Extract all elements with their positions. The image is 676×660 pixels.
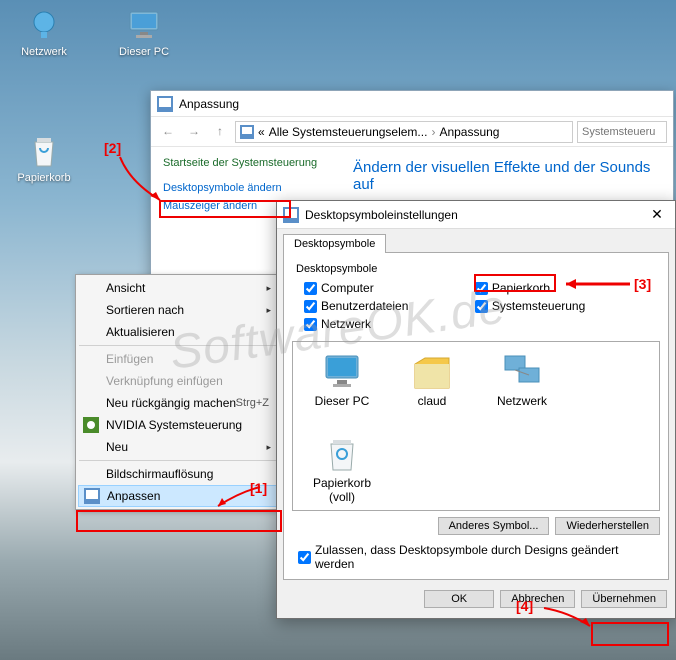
menu-new[interactable]: Neu▸ — [78, 436, 277, 458]
desktop-icon-label: Dieser PC — [108, 46, 180, 58]
icon-cell-user[interactable]: claud — [389, 348, 475, 426]
chevron-right-icon: ▸ — [266, 283, 271, 294]
chevron-right-icon: › — [431, 125, 435, 139]
checkbox-allow-themes[interactable]: Zulassen, dass Desktopsymbole durch Desi… — [292, 535, 660, 571]
nav-up-button[interactable]: ↑ — [209, 121, 231, 143]
menu-undo-new[interactable]: Neu rückgängig machenStrg+Z — [78, 392, 277, 414]
button-ok[interactable]: OK — [424, 590, 494, 608]
arrow-icon — [210, 482, 270, 512]
monitor-icon — [125, 6, 163, 44]
recycle-icon — [25, 132, 63, 170]
controlpanel-home-link[interactable]: Startseite der Systemsteuerung — [163, 157, 341, 169]
checkbox-network[interactable]: Netzwerk — [304, 315, 475, 333]
breadcrumb-item[interactable]: Anpassung — [439, 125, 499, 139]
menu-sortby[interactable]: Sortieren nach▸ — [78, 299, 277, 321]
icon-preview-list[interactable]: Dieser PC claud Netzwerk Papierkorb (vol… — [292, 341, 660, 511]
network-icon — [25, 6, 63, 44]
menu-paste-shortcut: Verknüpfung einfügen — [78, 370, 277, 392]
callout-box-4 — [591, 622, 669, 646]
nav-fwd-button[interactable]: → — [183, 121, 205, 143]
callout-box-1 — [76, 510, 282, 532]
dialog-desktop-icon-settings: Desktopsymboleinstellungen ✕ Desktopsymb… — [276, 200, 676, 619]
dialog-title: Desktopsymboleinstellungen — [305, 208, 458, 222]
search-input[interactable] — [577, 121, 667, 143]
close-button[interactable]: ✕ — [645, 206, 669, 223]
address-bar[interactable]: « Alle Systemsteuerungselem... › Anpassu… — [235, 121, 573, 143]
link-change-desktop-icons[interactable]: Desktopsymbole ändern — [163, 179, 341, 197]
arrow-icon — [538, 604, 598, 632]
personalize-icon — [240, 125, 254, 139]
titlebar[interactable]: Anpassung — [151, 91, 673, 117]
page-heading: Ändern der visuellen Effekte und der Sou… — [353, 159, 661, 193]
icon-cell-thispc[interactable]: Dieser PC — [299, 348, 385, 426]
button-other-icon[interactable]: Anderes Symbol... — [438, 517, 550, 535]
personalize-icon — [83, 487, 101, 505]
chevron-right-icon: ▸ — [266, 305, 271, 316]
arrow-icon — [558, 276, 634, 292]
nav-back-button[interactable]: ← — [157, 121, 179, 143]
breadcrumb-item[interactable]: Alle Systemsteuerungselem... — [269, 125, 428, 139]
dialog-titlebar[interactable]: Desktopsymboleinstellungen ✕ — [277, 201, 675, 229]
checkbox-computer[interactable]: Computer — [304, 279, 475, 297]
desktop-icon-label: Netzwerk — [8, 46, 80, 58]
breadcrumb-prefix: « — [258, 125, 265, 139]
personalize-icon — [157, 96, 173, 112]
menu-refresh[interactable]: Aktualisieren — [78, 321, 277, 343]
desktop-icon-network[interactable]: Netzwerk — [8, 6, 80, 58]
button-restore[interactable]: Wiederherstellen — [555, 517, 660, 535]
checkbox-control-panel[interactable]: Systemsteuerung — [475, 297, 646, 315]
menu-paste: Einfügen — [78, 348, 277, 370]
desktop-icon-label: Papierkorb — [8, 172, 80, 184]
arrow-icon — [112, 152, 172, 206]
icon-cell-recycle-full[interactable]: Papierkorb (voll) — [299, 430, 385, 508]
icon-cell-network[interactable]: Netzwerk — [479, 348, 565, 426]
desktop-context-menu: Ansicht▸ Sortieren nach▸ Aktualisieren E… — [75, 274, 280, 510]
checkbox-userfiles[interactable]: Benutzerdateien — [304, 297, 475, 315]
desktop-icon-recycle[interactable]: Papierkorb — [8, 132, 80, 184]
shortcut-label: Strg+Z — [236, 397, 269, 409]
desktop-icon-thispc[interactable]: Dieser PC — [108, 6, 180, 58]
nvidia-icon — [82, 416, 100, 434]
callout-label-3: [3] — [634, 276, 651, 292]
callout-label-4: [4] — [516, 598, 533, 614]
tab-desktop-icons[interactable]: Desktopsymbole — [283, 234, 386, 253]
menu-nvidia[interactable]: NVIDIA Systemsteuerung — [78, 414, 277, 436]
menu-view[interactable]: Ansicht▸ — [78, 277, 277, 299]
group-label: Desktopsymbole — [296, 263, 660, 275]
personalize-icon — [283, 207, 299, 223]
chevron-right-icon: ▸ — [266, 442, 271, 453]
window-title: Anpassung — [179, 97, 667, 111]
addressbar-row: ← → ↑ « Alle Systemsteuerungselem... › A… — [151, 117, 673, 147]
